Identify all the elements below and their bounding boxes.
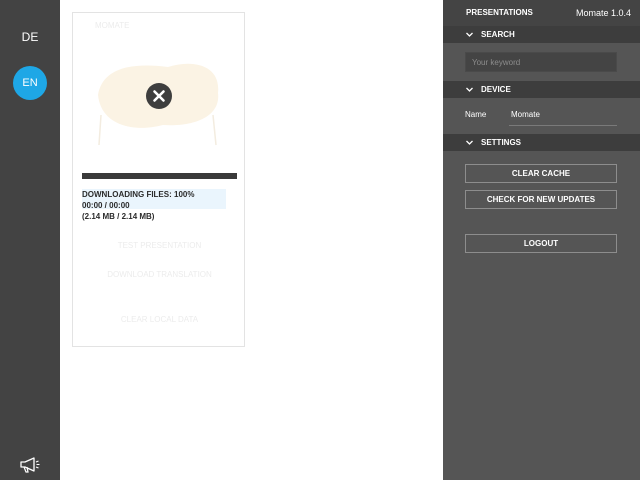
search-section-label: SEARCH (481, 30, 515, 39)
download-progress-bar (82, 173, 237, 179)
close-download-button[interactable] (146, 83, 172, 109)
download-status-text: DOWNLOADING FILES: 100% (82, 190, 195, 199)
device-name-label: Name (465, 110, 487, 119)
chevron-down-icon (466, 32, 473, 37)
close-icon (153, 90, 165, 102)
app-version: Momate 1.0.4 (575, 8, 631, 18)
chevron-down-icon (466, 87, 473, 92)
device-name-underline (509, 125, 617, 126)
download-translation-button[interactable]: DOWNLOAD TRANSLATION (73, 270, 246, 279)
download-progress-fill (82, 173, 237, 179)
clear-cache-button[interactable]: CLEAR CACHE (465, 164, 617, 183)
language-sidebar: DE EN (0, 0, 60, 480)
download-status: DOWNLOADING FILES: 100% 00:00 / 00:00 (2… (82, 189, 194, 222)
download-time: 00:00 / 00:00 (82, 201, 130, 210)
device-name-field[interactable]: Momate (511, 110, 540, 119)
chevron-down-icon (466, 140, 473, 145)
search-section-header[interactable]: SEARCH (443, 26, 640, 43)
clear-local-data-button[interactable]: CLEAR LOCAL DATA (73, 315, 246, 324)
presentation-title: MOMATE (95, 21, 130, 30)
logout-button[interactable]: LOGOUT (465, 234, 617, 253)
device-section-label: DEVICE (481, 85, 511, 94)
settings-section-header[interactable]: SETTINGS (443, 134, 640, 151)
check-updates-button[interactable]: CHECK FOR NEW UPDATES (465, 190, 617, 209)
megaphone-icon[interactable] (19, 456, 41, 474)
search-input[interactable] (465, 52, 617, 72)
device-section-header[interactable]: DEVICE (443, 81, 640, 98)
panel-title: PRESENTATIONS (466, 8, 533, 17)
test-presentation-button[interactable]: TEST PRESENTATION (73, 241, 246, 250)
settings-section-label: SETTINGS (481, 138, 522, 147)
language-en-button[interactable]: EN (13, 66, 47, 100)
download-size: (2.14 MB / 2.14 MB) (82, 212, 155, 221)
settings-panel: PRESENTATIONS Momate 1.0.4 SEARCH DEVICE… (443, 0, 640, 480)
panel-header: PRESENTATIONS Momate 1.0.4 (443, 0, 640, 26)
language-de-button[interactable]: DE (0, 30, 60, 44)
presentation-card: MOMATE DOWNLOADING FILES: 100% 00:00 / 0… (72, 12, 245, 347)
